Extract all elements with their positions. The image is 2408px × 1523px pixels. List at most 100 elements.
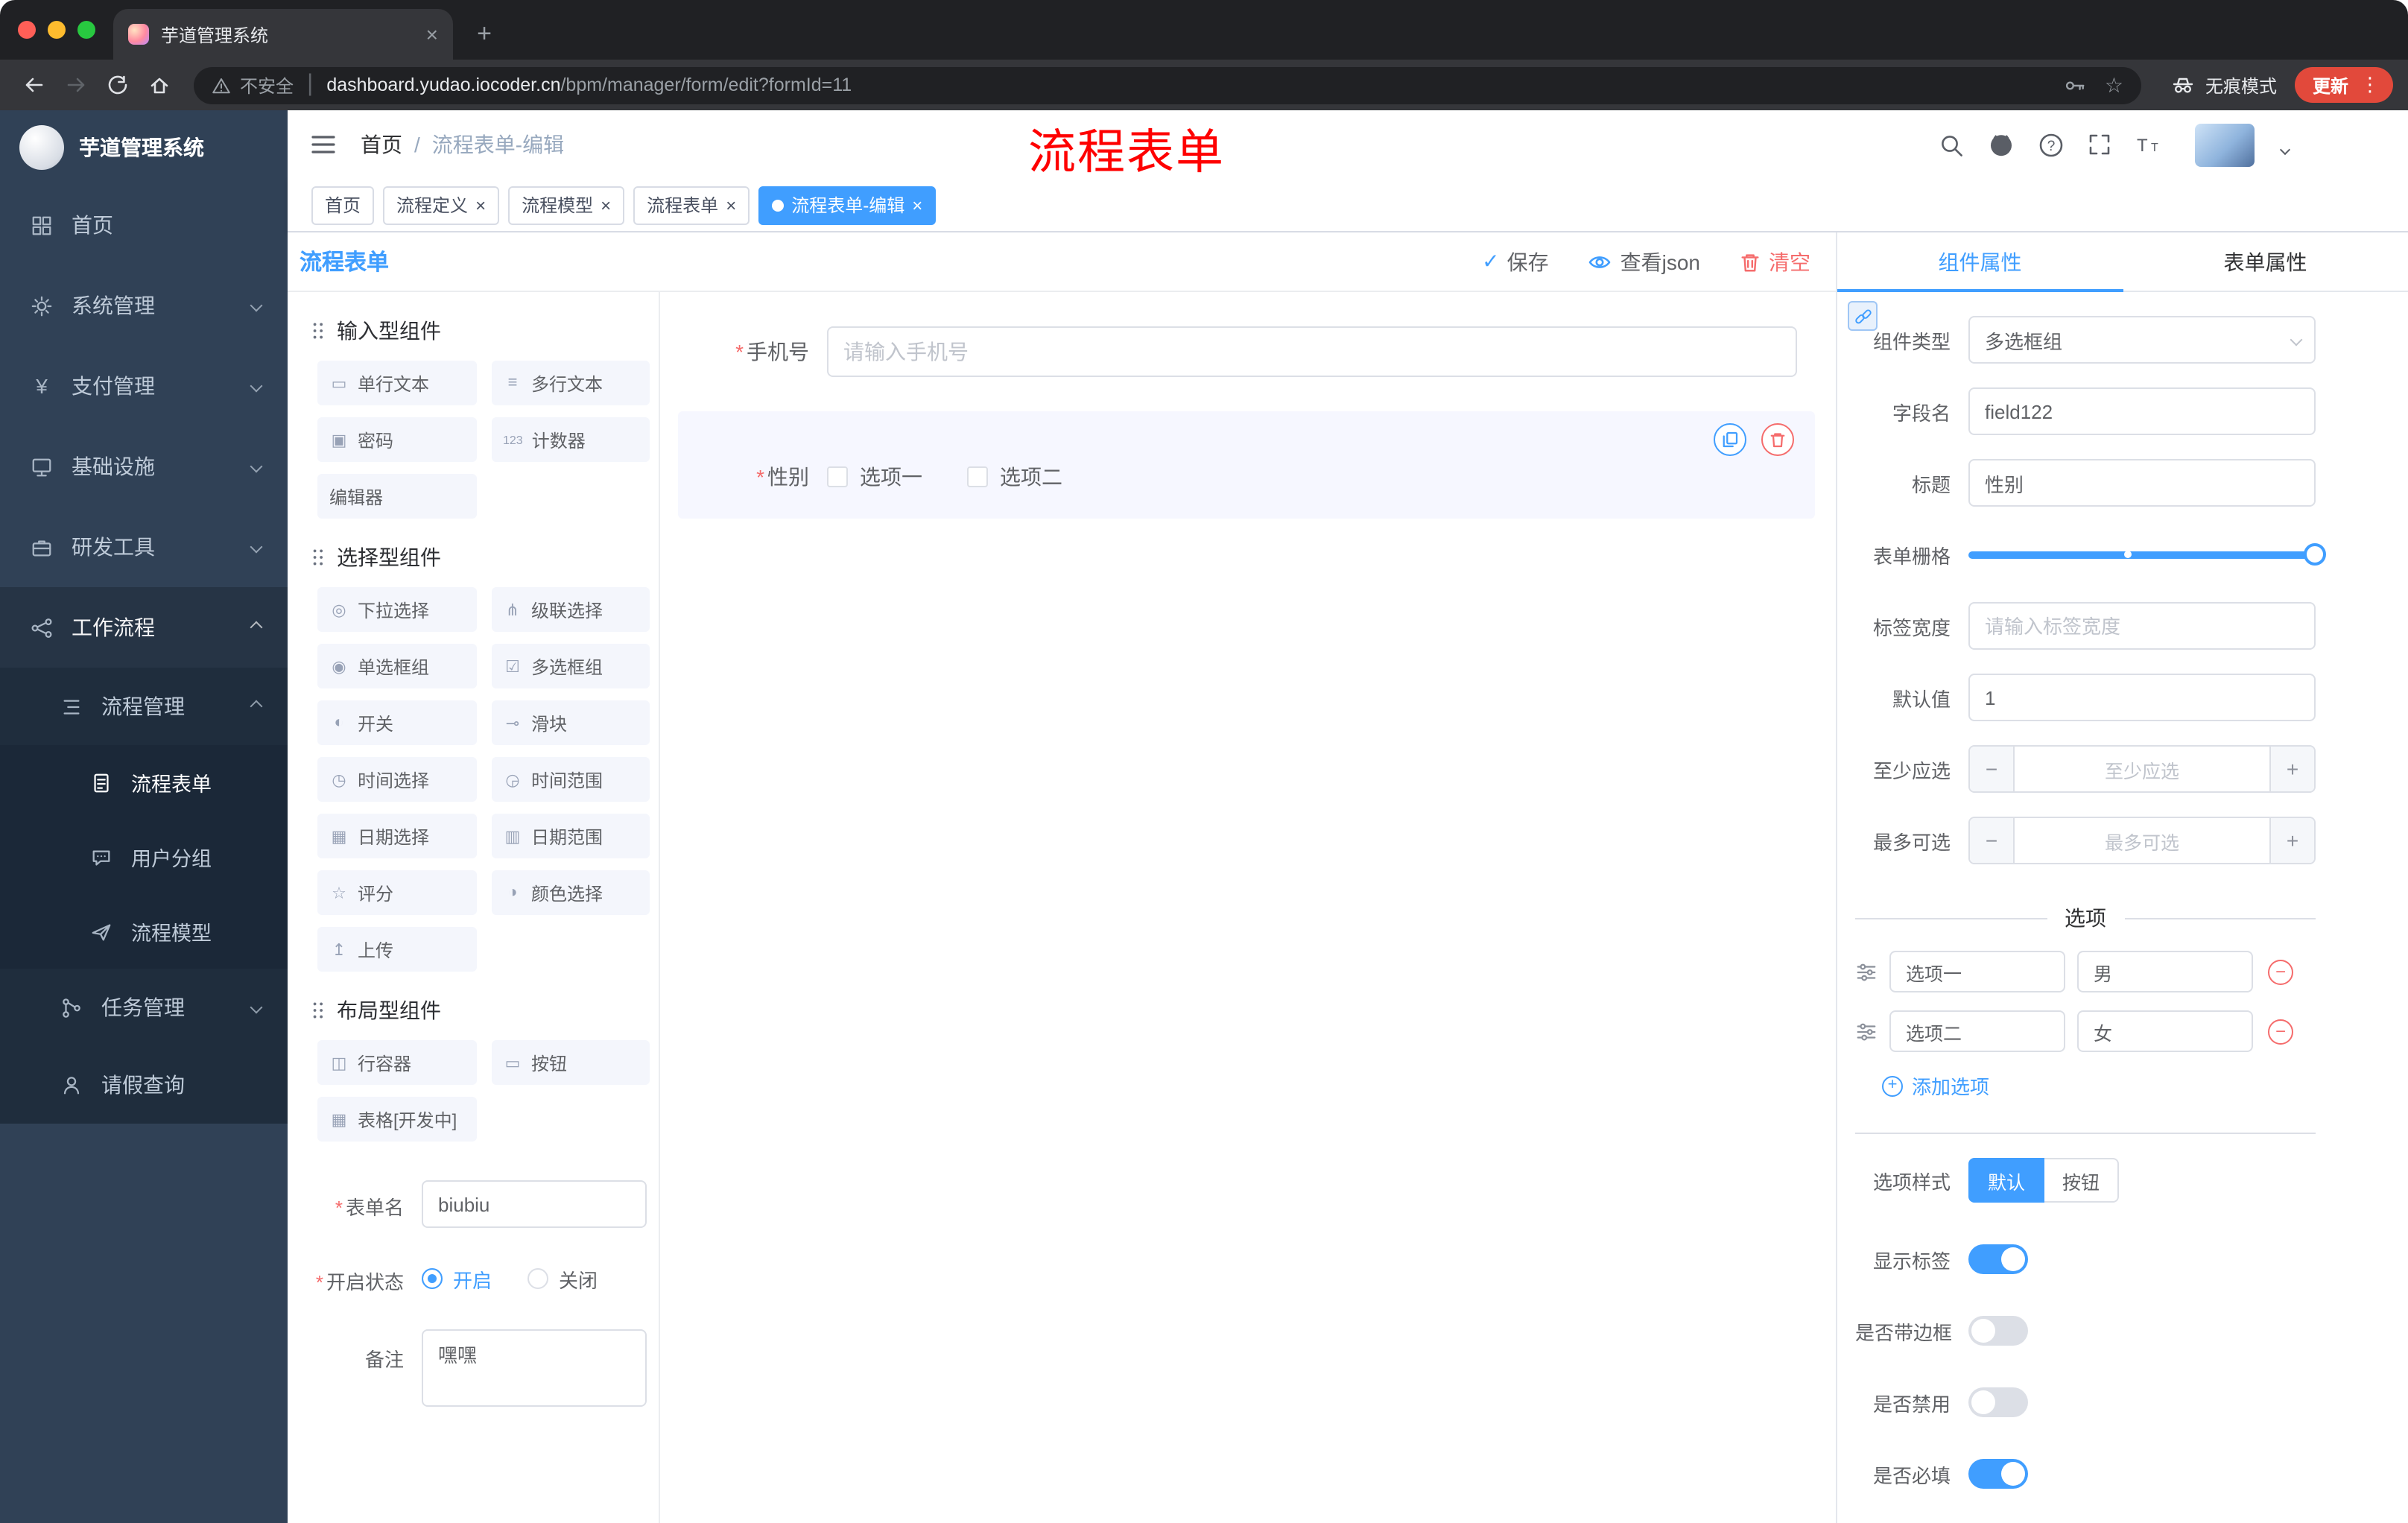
close-icon[interactable]: × — [912, 196, 922, 214]
back-button[interactable] — [15, 66, 54, 104]
link-icon[interactable] — [1848, 301, 1878, 331]
sidebar-item-payment[interactable]: ¥ 支付管理 — [0, 346, 288, 426]
checkbox[interactable] — [967, 466, 988, 487]
copy-field-button[interactable] — [1714, 423, 1746, 456]
border-switch[interactable] — [1968, 1316, 2028, 1346]
slider-handle[interactable] — [2304, 543, 2326, 566]
close-icon[interactable]: × — [601, 196, 611, 214]
sidebar-item-task-management[interactable]: 任务管理 — [0, 969, 288, 1046]
remark-textarea[interactable]: 嘿嘿 — [422, 1329, 647, 1407]
close-icon[interactable]: × — [726, 196, 736, 214]
avatar-caret-icon[interactable] — [2279, 133, 2291, 160]
checkbox-option-2[interactable]: 选项二 — [967, 462, 1062, 492]
radio-off[interactable]: 关闭 — [527, 1264, 598, 1293]
view-json-button[interactable]: 查看json — [1588, 247, 1700, 276]
zoom-window-button[interactable] — [77, 21, 95, 39]
palette-item-color-picker[interactable]: ◑ 颜色选择 — [491, 870, 650, 915]
tab-component-props[interactable]: 组件属性 — [1837, 232, 2123, 292]
palette-item-text-input[interactable]: ▭ 单行文本 — [317, 361, 476, 405]
close-icon[interactable]: × — [475, 196, 486, 214]
clear-button[interactable]: 清空 — [1739, 247, 1810, 276]
palette-item-password[interactable]: ▣ 密码 — [317, 417, 476, 462]
default-value-input[interactable] — [1968, 674, 2316, 721]
style-button-button[interactable]: 按钮 — [2044, 1158, 2120, 1203]
palette-item-select[interactable]: ◎ 下拉选择 — [317, 587, 476, 632]
sidebar-item-system[interactable]: 系统管理 — [0, 265, 288, 346]
drag-handle-icon[interactable] — [1855, 1020, 1878, 1042]
palette-item-time-picker[interactable]: ◷ 时间选择 — [317, 757, 476, 802]
palette-item-checkbox-group[interactable]: ☑ 多选框组 — [491, 644, 650, 688]
add-option-button[interactable]: + 添加选项 — [1882, 1071, 2316, 1100]
reload-button[interactable] — [98, 66, 137, 104]
phone-input[interactable] — [827, 326, 1797, 377]
option-value-input[interactable] — [2077, 951, 2253, 992]
sidebar-collapse-button[interactable] — [310, 133, 337, 156]
update-browser-button[interactable]: 更新 ⋮ — [2294, 67, 2393, 103]
home-button[interactable] — [140, 66, 179, 104]
sidebar-item-devtools[interactable]: 研发工具 — [0, 507, 288, 587]
canvas-field-gender-selected[interactable]: * 性别 选项一 选项二 — [678, 411, 1815, 519]
form-canvas[interactable]: * 手机号 请输入手机号 * 性别 选项一 选项二 — [660, 292, 1836, 1523]
sidebar-item-process-form[interactable]: 流程表单 — [0, 745, 288, 820]
sidebar-logo[interactable]: 芋道管理系统 — [0, 110, 288, 185]
label-width-input[interactable] — [1968, 602, 2316, 650]
min-select-placeholder[interactable]: 至少应选 — [2015, 747, 2269, 791]
sidebar-item-home[interactable]: 首页 — [0, 185, 288, 265]
increase-button[interactable]: + — [2269, 818, 2314, 863]
palette-item-textarea[interactable]: ≡ 多行文本 — [491, 361, 650, 405]
tag-process-form-edit[interactable]: 流程表单-编辑 × — [758, 186, 937, 224]
new-tab-button[interactable]: + — [465, 15, 504, 54]
palette-item-button[interactable]: ▭ 按钮 — [491, 1040, 650, 1085]
breadcrumb-home[interactable]: 首页 — [361, 130, 402, 159]
remove-option-button[interactable]: − — [2268, 959, 2293, 984]
palette-item-slider[interactable]: ⊸ 滑块 — [491, 700, 650, 745]
tag-process-definition[interactable]: 流程定义 × — [383, 186, 500, 224]
font-size-button[interactable]: TT — [2135, 133, 2162, 156]
help-button[interactable]: ? — [2038, 132, 2064, 157]
palette-item-upload[interactable]: ↥ 上传 — [317, 927, 476, 972]
palette-item-row-container[interactable]: ◫ 行容器 — [317, 1040, 476, 1085]
option-label-input[interactable] — [1889, 1010, 2065, 1052]
sidebar-item-leave-query[interactable]: 请假查询 — [0, 1046, 288, 1124]
search-button[interactable] — [1939, 132, 1964, 157]
github-button[interactable] — [1988, 131, 2015, 158]
option-value-input[interactable] — [2077, 1010, 2253, 1052]
tab-form-props[interactable]: 表单属性 — [2123, 232, 2408, 291]
palette-item-cascader[interactable]: ⋔ 级联选择 — [491, 587, 650, 632]
delete-field-button[interactable] — [1761, 423, 1794, 456]
palette-item-editor[interactable]: 编辑器 — [317, 474, 476, 519]
sidebar-item-process-model[interactable]: 流程模型 — [0, 894, 288, 969]
sidebar-item-infrastructure[interactable]: 基础设施 — [0, 426, 288, 507]
remove-option-button[interactable]: − — [2268, 1019, 2293, 1044]
palette-item-rate[interactable]: ☆ 评分 — [317, 870, 476, 915]
palette-item-counter[interactable]: 123 计数器 — [491, 417, 650, 462]
style-default-button[interactable]: 默认 — [1968, 1158, 2045, 1203]
tag-home[interactable]: 首页 — [311, 186, 375, 224]
palette-item-switch[interactable]: ◐ 开关 — [317, 700, 476, 745]
component-type-select[interactable]: 多选框组 — [1968, 316, 2316, 364]
fullscreen-button[interactable] — [2088, 133, 2111, 156]
browser-menu-icon[interactable]: ⋮ — [2360, 73, 2380, 97]
browser-tab[interactable]: 芋道管理系统 × — [113, 9, 453, 60]
tag-process-model[interactable]: 流程模型 × — [508, 186, 625, 224]
form-name-input[interactable] — [422, 1180, 647, 1228]
show-label-switch[interactable] — [1968, 1244, 2028, 1274]
title-input[interactable] — [1968, 459, 2316, 507]
required-switch[interactable] — [1968, 1459, 2028, 1489]
sidebar-item-process-management[interactable]: 流程管理 — [0, 668, 288, 745]
sidebar-item-user-group[interactable]: 用户分组 — [0, 820, 288, 894]
canvas-field-phone[interactable]: * 手机号 — [678, 307, 1815, 396]
checkbox[interactable] — [827, 466, 848, 487]
increase-button[interactable]: + — [2269, 747, 2314, 791]
palette-item-time-range[interactable]: ◶ 时间范围 — [491, 757, 650, 802]
radio-on[interactable]: 开启 — [422, 1264, 492, 1293]
checkbox-option-1[interactable]: 选项一 — [827, 462, 922, 492]
close-window-button[interactable] — [18, 21, 36, 39]
palette-item-date-range[interactable]: ▥ 日期范围 — [491, 814, 650, 858]
save-button[interactable]: ✓ 保存 — [1482, 247, 1548, 276]
decrease-button[interactable]: − — [1970, 818, 2015, 863]
field-name-input[interactable] — [1968, 387, 2316, 435]
forward-button[interactable] — [57, 66, 95, 104]
decrease-button[interactable]: − — [1970, 747, 2015, 791]
address-bar[interactable]: 不安全 | dashboard.yudao.iocoder.cn/bpm/man… — [194, 66, 2141, 104]
